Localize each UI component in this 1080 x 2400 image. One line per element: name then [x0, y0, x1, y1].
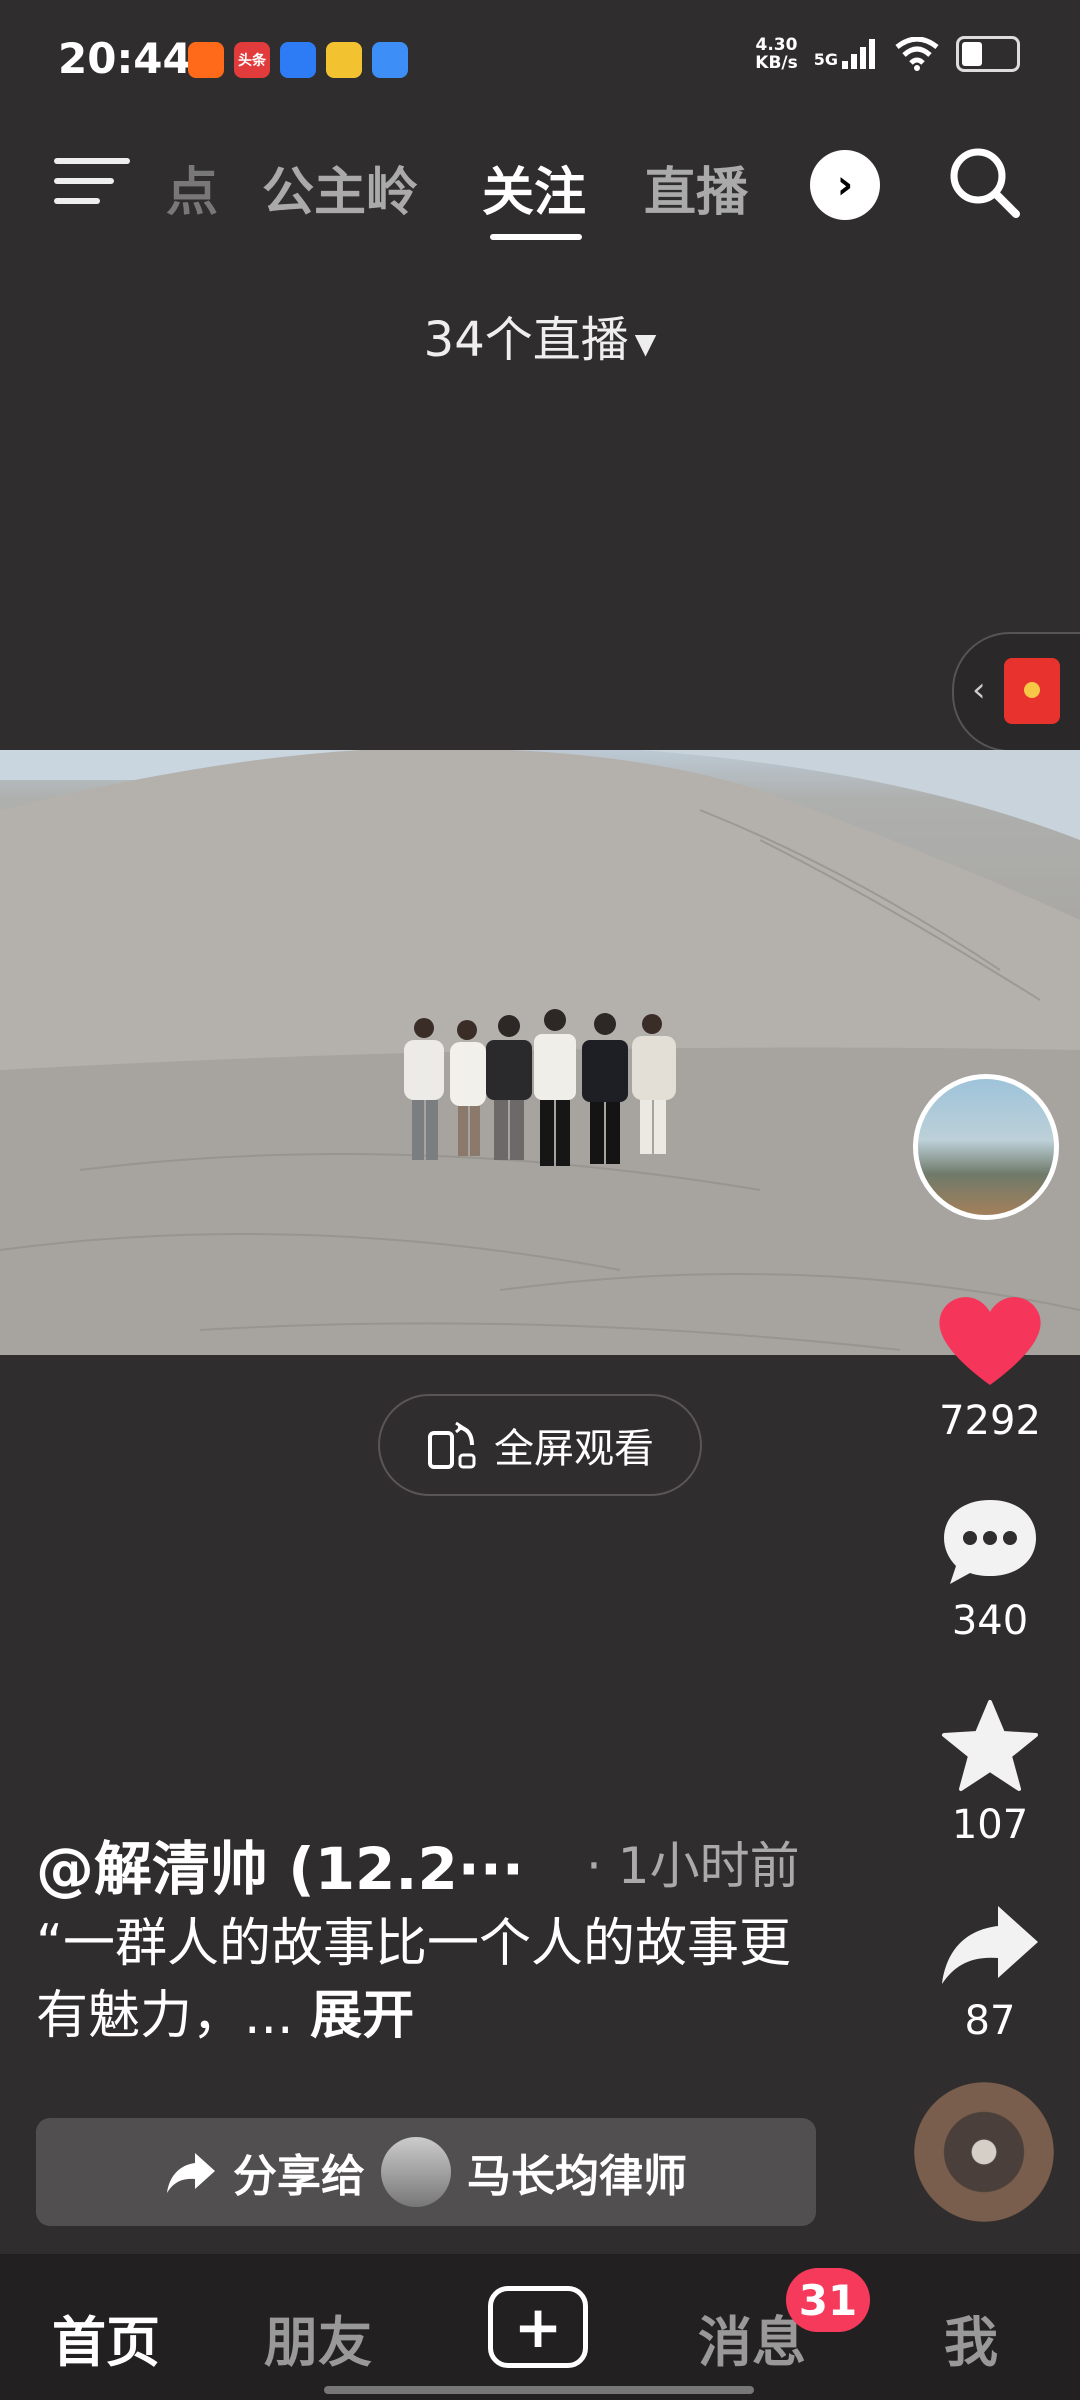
like-button[interactable]: 7292: [920, 1290, 1060, 1444]
comment-button[interactable]: 340: [920, 1494, 1060, 1644]
plus-icon: +: [513, 2293, 563, 2361]
author-avatar[interactable]: [913, 1074, 1059, 1220]
share-arrow-icon: [167, 2153, 215, 2193]
network-type: 5G: [813, 50, 838, 69]
expand-link[interactable]: 展开: [310, 1986, 414, 2046]
share-arrow-icon: [942, 1906, 1038, 1984]
video-frame: [0, 750, 1080, 1355]
wifi-icon: [895, 37, 939, 71]
menu-icon[interactable]: [54, 150, 130, 210]
red-packet-widget[interactable]: ‹: [952, 632, 1080, 752]
post-caption: “一群人的故事比一个人的故事更有魅力，... 展开: [36, 1908, 796, 2052]
live-count-dropdown[interactable]: 34个直播 ▼: [0, 300, 1080, 370]
status-bar: 20:44 头条 4.30 KB/s 5G: [0, 0, 1080, 120]
network-speed: 4.30 KB/s: [755, 36, 797, 72]
chevron-left-icon: ‹: [972, 670, 986, 710]
network-speed-unit: KB/s: [755, 53, 798, 73]
messages-badge: 31: [786, 2268, 870, 2332]
red-envelope-icon: [1004, 658, 1060, 724]
create-post-button[interactable]: +: [488, 2286, 588, 2368]
top-nav: 点 公主岭 关注 直播 ›: [0, 130, 1080, 240]
search-icon[interactable]: [944, 142, 1024, 222]
share-count: 87: [964, 1998, 1016, 2044]
tab-live[interactable]: 直播: [644, 150, 748, 225]
fullscreen-button[interactable]: 全屏观看: [378, 1394, 702, 1496]
share-to-contact-bar[interactable]: 分享给 马长均律师: [36, 2118, 816, 2226]
favorite-button[interactable]: 107: [920, 1698, 1060, 1848]
fullscreen-label: 全屏观看: [494, 1426, 654, 1472]
bottom-nav: 首页 朋友 + 消息 31 我: [0, 2254, 1080, 2400]
network-speed-value: 4.30: [755, 35, 798, 55]
share-target: 马长均律师: [467, 2151, 687, 2202]
chevron-right-icon[interactable]: ›: [810, 150, 880, 220]
weibo-icon: [326, 42, 362, 78]
status-time: 20:44: [58, 34, 192, 83]
star-icon: [942, 1700, 1038, 1791]
share-button[interactable]: 87: [920, 1900, 1060, 2044]
music-disc[interactable]: [914, 2082, 1054, 2222]
nav-me[interactable]: 我: [944, 2298, 998, 2377]
tab-gongzhuling[interactable]: 公主岭: [262, 150, 418, 225]
comment-icon: [944, 1500, 1036, 1584]
comment-count: 340: [951, 1598, 1029, 1644]
contact-avatar: [381, 2137, 451, 2207]
post-time: · 1小时前: [586, 1837, 800, 1895]
active-tab-indicator: [490, 234, 582, 240]
tab-following[interactable]: 关注: [482, 150, 586, 225]
share-prefix: 分享给: [233, 2151, 365, 2202]
video-player[interactable]: [0, 750, 1080, 1355]
signal-icon: 5G: [814, 39, 878, 69]
heart-icon: [939, 1297, 1041, 1385]
battery-icon: [956, 36, 1020, 72]
weather-icon: [372, 42, 408, 78]
kuaishou-icon: [188, 42, 224, 78]
like-count: 7292: [939, 1398, 1041, 1444]
nav-home[interactable]: 首页: [52, 2298, 160, 2377]
caret-down-icon: ▼: [634, 326, 657, 360]
author-name[interactable]: @解清帅 (12.2···: [36, 1822, 524, 1906]
nav-friends[interactable]: 朋友: [264, 2298, 372, 2377]
home-indicator[interactable]: [324, 2386, 754, 2394]
toutiao-icon: 头条: [234, 42, 270, 78]
notification-icons: 头条: [188, 42, 408, 78]
app-blue-icon: [280, 42, 316, 78]
live-count-label: 34个直播: [423, 312, 629, 368]
favorite-count: 107: [951, 1802, 1029, 1848]
tab-partial[interactable]: 点: [166, 150, 218, 225]
rotate-screen-icon: [428, 1421, 476, 1469]
